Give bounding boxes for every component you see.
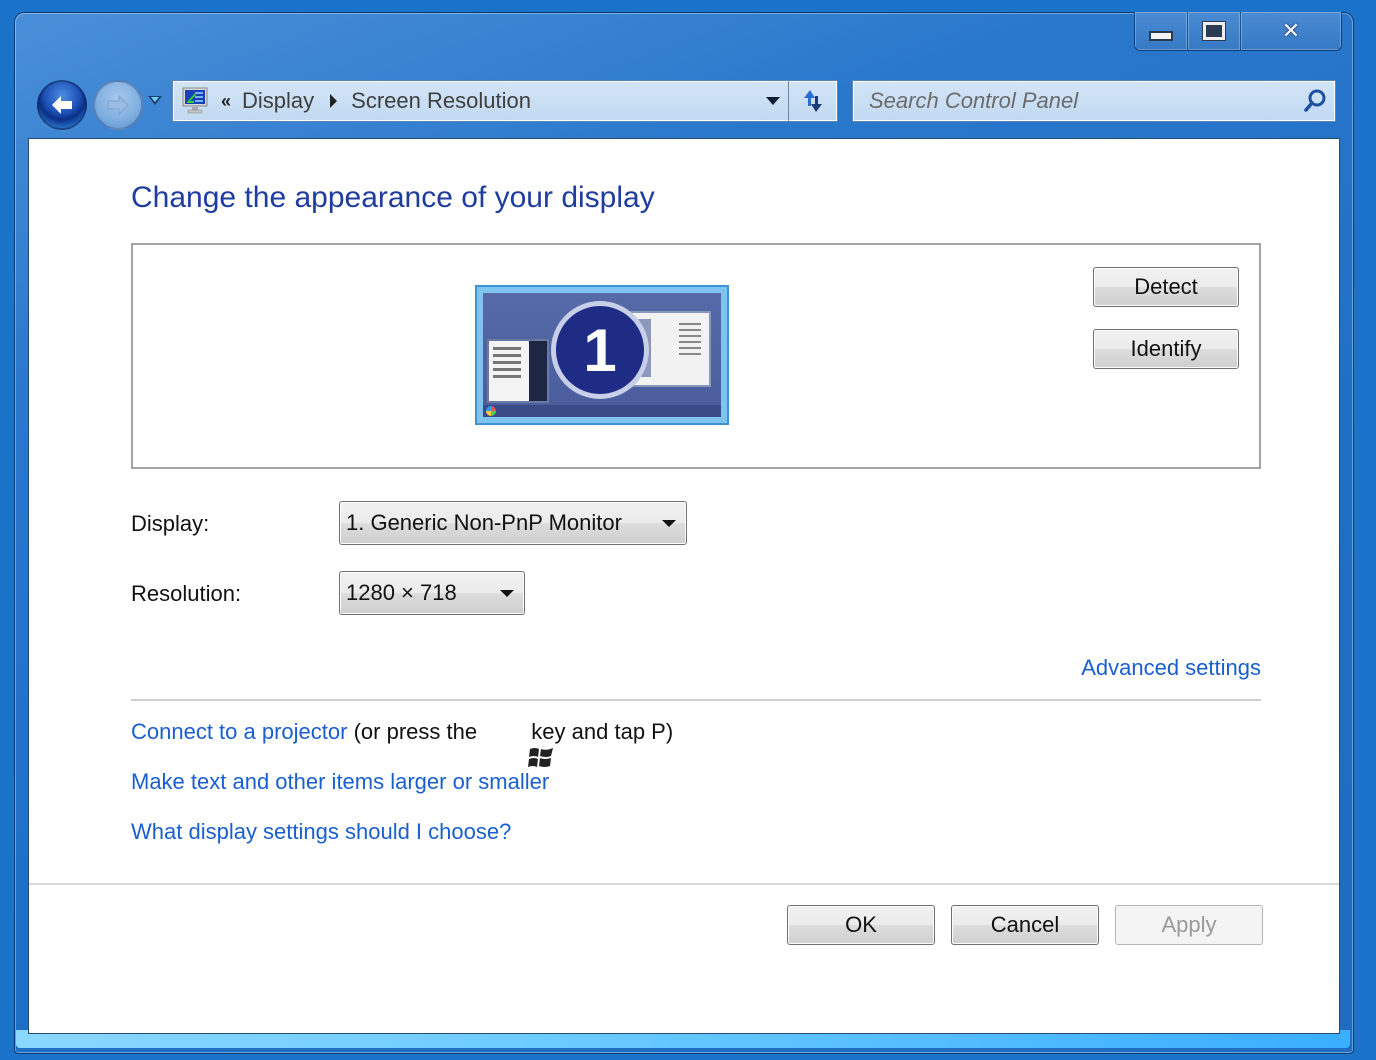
refresh-icon — [804, 90, 822, 112]
forward-arrow-icon — [107, 94, 129, 116]
display-settings-help-link[interactable]: What display settings should I choose? — [131, 819, 511, 845]
back-arrow-icon — [52, 96, 72, 114]
breadcrumb-screen-resolution[interactable]: Screen Resolution — [351, 88, 531, 114]
breadcrumb: « Display Screen Resolution — [221, 88, 758, 114]
preview-taskbar — [483, 405, 721, 417]
monitor-arrangement-panel: 1 Detect Identify — [131, 243, 1261, 469]
address-dropdown-button[interactable] — [758, 81, 788, 121]
text-size-link[interactable]: Make text and other items larger or smal… — [131, 769, 549, 795]
projector-row: Connect to a projector (or press the key… — [131, 719, 674, 767]
monitor-1-thumbnail[interactable]: 1 — [475, 285, 729, 425]
connect-projector-link[interactable]: Connect to a projector — [131, 719, 347, 745]
page-title: Change the appearance of your display — [131, 181, 655, 214]
maximize-icon — [1202, 21, 1226, 41]
minimize-button[interactable] — [1135, 12, 1188, 50]
minimize-icon — [1149, 31, 1173, 41]
resolution-label: Resolution: — [131, 581, 242, 606]
close-button[interactable]: ✕ — [1241, 12, 1341, 50]
breadcrumb-display[interactable]: Display — [242, 88, 314, 114]
advanced-settings-link[interactable]: Advanced settings — [1081, 655, 1261, 681]
back-button[interactable] — [37, 80, 87, 130]
forward-button[interactable] — [93, 80, 143, 130]
cancel-button[interactable]: Cancel — [951, 905, 1099, 945]
display-label: Display: — [131, 511, 210, 536]
display-select-value: 1. Generic Non-PnP Monitor — [346, 510, 622, 535]
breadcrumb-overflow-button[interactable]: « — [221, 91, 231, 112]
chevron-down-icon — [500, 589, 514, 597]
footer-divider — [29, 883, 1339, 885]
resolution-select-value: 1280 × 718 — [346, 580, 457, 605]
resolution-select[interactable]: 1280 × 718 — [339, 571, 525, 615]
start-orb-icon — [486, 406, 496, 416]
search-icon — [1304, 89, 1326, 112]
divider — [131, 699, 1261, 701]
chevron-down-icon — [662, 519, 676, 527]
breadcrumb-separator-icon[interactable] — [330, 94, 338, 108]
projector-hint-prefix: (or press the — [347, 719, 484, 744]
identify-button[interactable]: Identify — [1093, 329, 1239, 369]
display-select[interactable]: 1. Generic Non-PnP Monitor — [339, 501, 687, 545]
chevron-down-icon — [766, 97, 780, 105]
refresh-button[interactable] — [788, 81, 837, 121]
caption-buttons: ✕ — [1134, 12, 1342, 51]
preview-window-icon — [487, 339, 549, 403]
maximize-button[interactable] — [1188, 12, 1241, 50]
search-box — [852, 80, 1336, 122]
address-bar[interactable]: « Display Screen Resolution — [172, 80, 838, 122]
close-icon: ✕ — [1281, 18, 1301, 44]
windows-key-icon — [489, 719, 553, 767]
monitor-number-badge: 1 — [551, 301, 649, 399]
search-input[interactable] — [853, 87, 1295, 115]
projector-hint-suffix: key and tap P) — [525, 719, 674, 744]
detect-button[interactable]: Detect — [1093, 267, 1239, 307]
content-area: Change the appearance of your display 1 … — [28, 138, 1340, 1034]
ok-button[interactable]: OK — [787, 905, 935, 945]
recent-pages-dropdown[interactable] — [148, 96, 162, 105]
display-control-panel-icon — [181, 87, 209, 115]
apply-button[interactable]: Apply — [1115, 905, 1263, 945]
search-button[interactable] — [1295, 88, 1335, 114]
monitor-preview-screen: 1 — [483, 293, 721, 417]
